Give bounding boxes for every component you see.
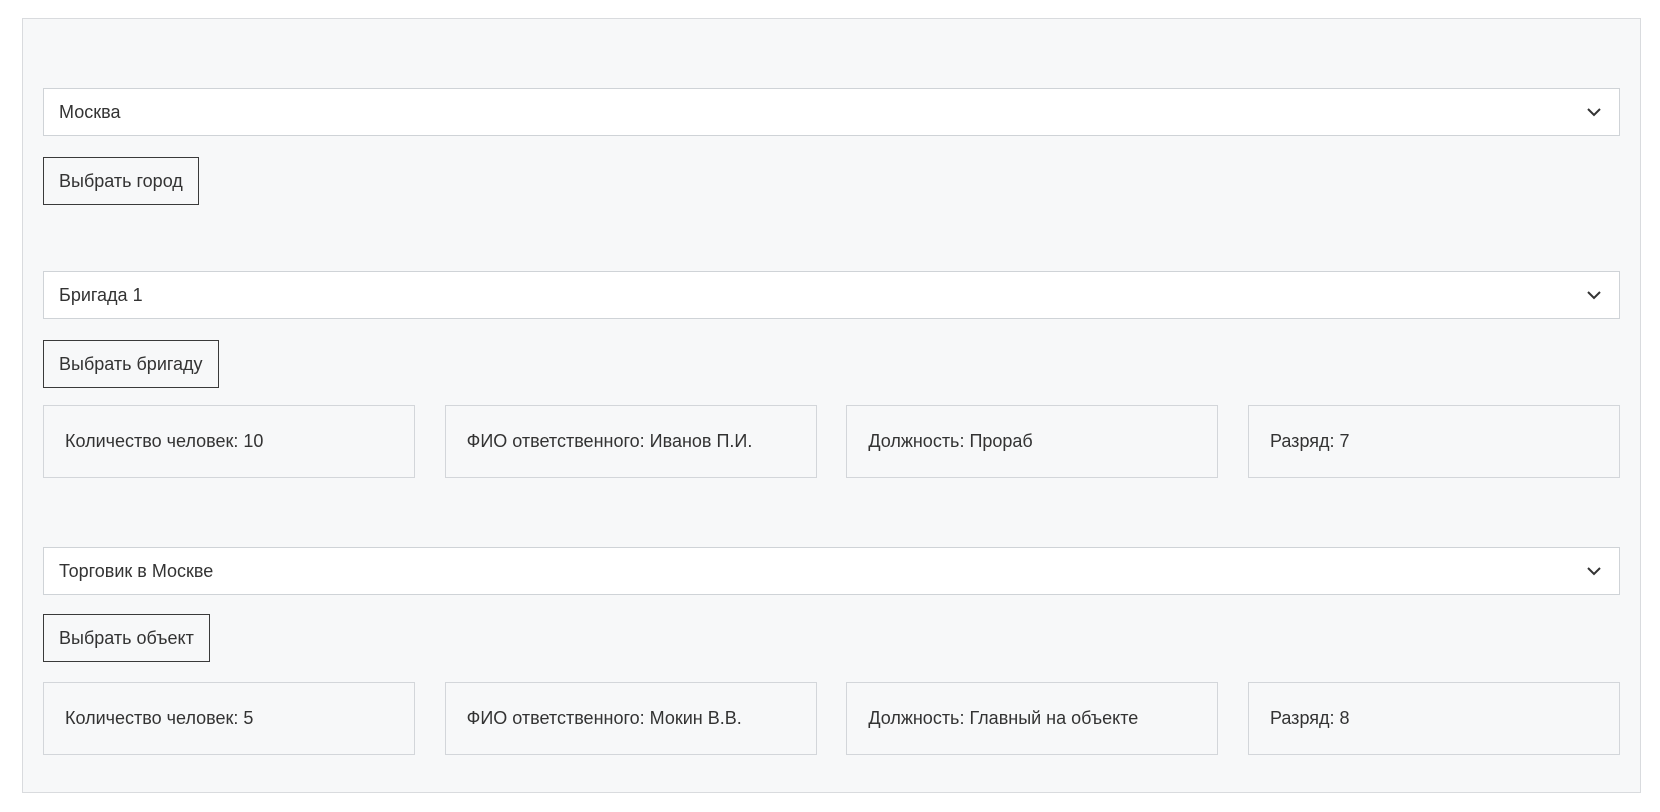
- brigade-select[interactable]: Бригада 1: [43, 271, 1620, 319]
- brigade-info-cards: Количество человек: 10 ФИО ответственног…: [43, 405, 1620, 478]
- object-responsible-card: ФИО ответственного: Мокин В.В.: [444, 682, 817, 755]
- object-people-count-card: Количество человек: 5: [43, 682, 415, 755]
- object-position-card: Должность: Главный на объекте: [846, 682, 1219, 755]
- brigade-position-card: Должность: Прораб: [846, 405, 1219, 478]
- object-select[interactable]: Торговик в Москве: [43, 547, 1620, 595]
- object-grade-card: Разряд: 8: [1247, 682, 1620, 755]
- object-info-cards: Количество человек: 5 ФИО ответственного…: [43, 682, 1620, 755]
- city-select[interactable]: Москва: [43, 88, 1620, 136]
- brigade-select-value: Бригада 1: [59, 284, 143, 305]
- select-city-button[interactable]: Выбрать город: [43, 157, 199, 205]
- select-brigade-button[interactable]: Выбрать бригаду: [43, 340, 219, 388]
- city-select-value: Москва: [59, 101, 121, 122]
- chevron-down-icon: [1585, 286, 1603, 304]
- object-select-value: Торговик в Москве: [59, 560, 214, 581]
- brigade-people-count-card: Количество человек: 10: [43, 405, 415, 478]
- brigade-responsible-card: ФИО ответственного: Иванов П.И.: [444, 405, 817, 478]
- chevron-down-icon: [1585, 103, 1603, 121]
- main-panel: Москва Выбрать город Бригада 1 Выбрать б…: [22, 18, 1641, 793]
- select-object-button[interactable]: Выбрать объект: [43, 614, 210, 662]
- brigade-grade-card: Разряд: 7: [1247, 405, 1620, 478]
- chevron-down-icon: [1585, 562, 1603, 580]
